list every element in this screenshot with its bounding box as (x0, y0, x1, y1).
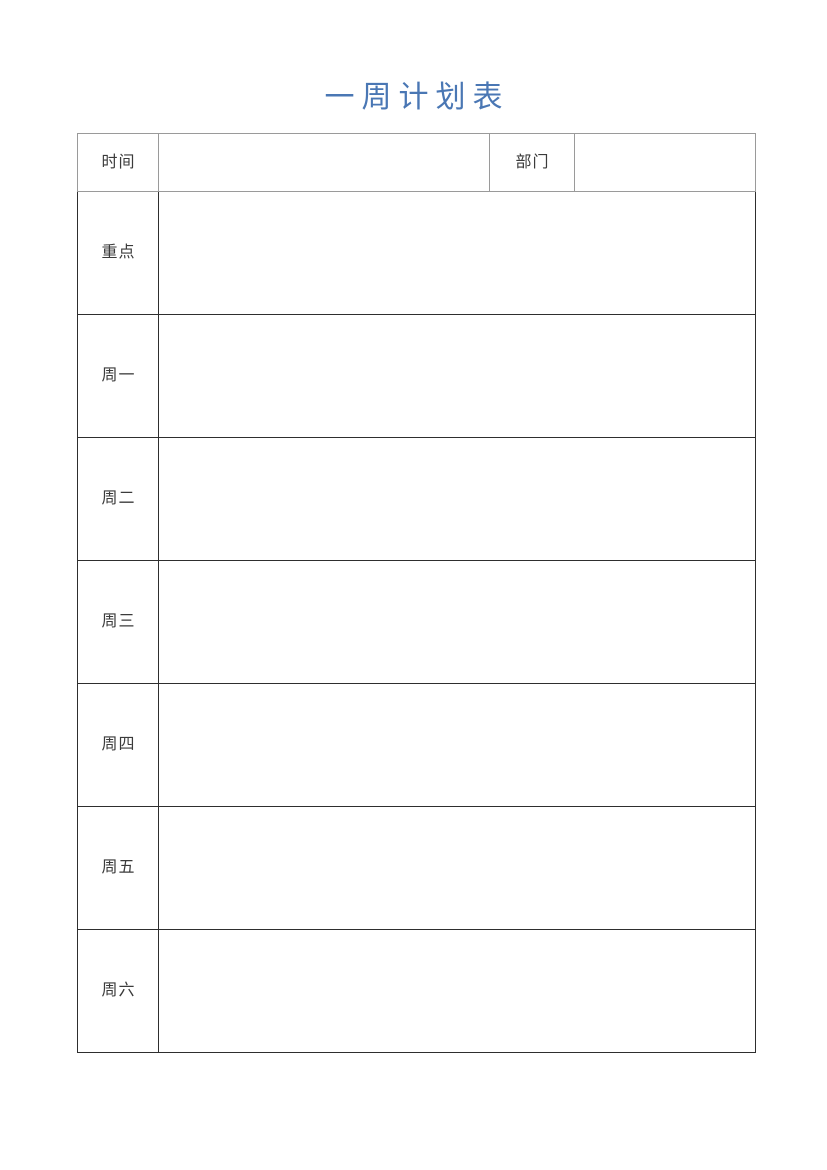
row-content-focus[interactable] (158, 191, 756, 315)
header-department-value-cell[interactable] (574, 133, 756, 192)
table-row: 周二 (77, 437, 756, 561)
table-row: 周三 (77, 560, 756, 684)
header-department-label: 部门 (489, 133, 575, 192)
table-row: 重点 (77, 191, 756, 315)
row-content-tuesday[interactable] (158, 437, 756, 561)
row-label-friday: 周五 (77, 806, 159, 930)
header-time-label: 时间 (77, 133, 159, 192)
table-row: 周四 (77, 683, 756, 807)
table-header-row: 时间 部门 (77, 133, 756, 192)
row-label-thursday: 周四 (77, 683, 159, 807)
weekly-plan-table: 时间 部门 重点 周一 周二 周三 周四 周五 周六 (77, 133, 756, 1053)
table-row: 周一 (77, 314, 756, 438)
row-label-focus: 重点 (77, 191, 159, 315)
row-content-friday[interactable] (158, 806, 756, 930)
header-time-value-cell[interactable] (158, 133, 490, 192)
page-title: 一周计划表 (324, 81, 510, 114)
worksheet-page: 一周计划表 时间 部门 重点 周一 周二 周三 周四 周五 周六 (0, 0, 827, 1170)
row-content-wednesday[interactable] (158, 560, 756, 684)
row-label-monday: 周一 (77, 314, 159, 438)
table-row: 周六 (77, 929, 756, 1053)
row-content-thursday[interactable] (158, 683, 756, 807)
row-label-wednesday: 周三 (77, 560, 159, 684)
row-content-saturday[interactable] (158, 929, 756, 1053)
row-label-saturday: 周六 (77, 929, 159, 1053)
table-row: 周五 (77, 806, 756, 930)
row-content-monday[interactable] (158, 314, 756, 438)
row-label-tuesday: 周二 (77, 437, 159, 561)
